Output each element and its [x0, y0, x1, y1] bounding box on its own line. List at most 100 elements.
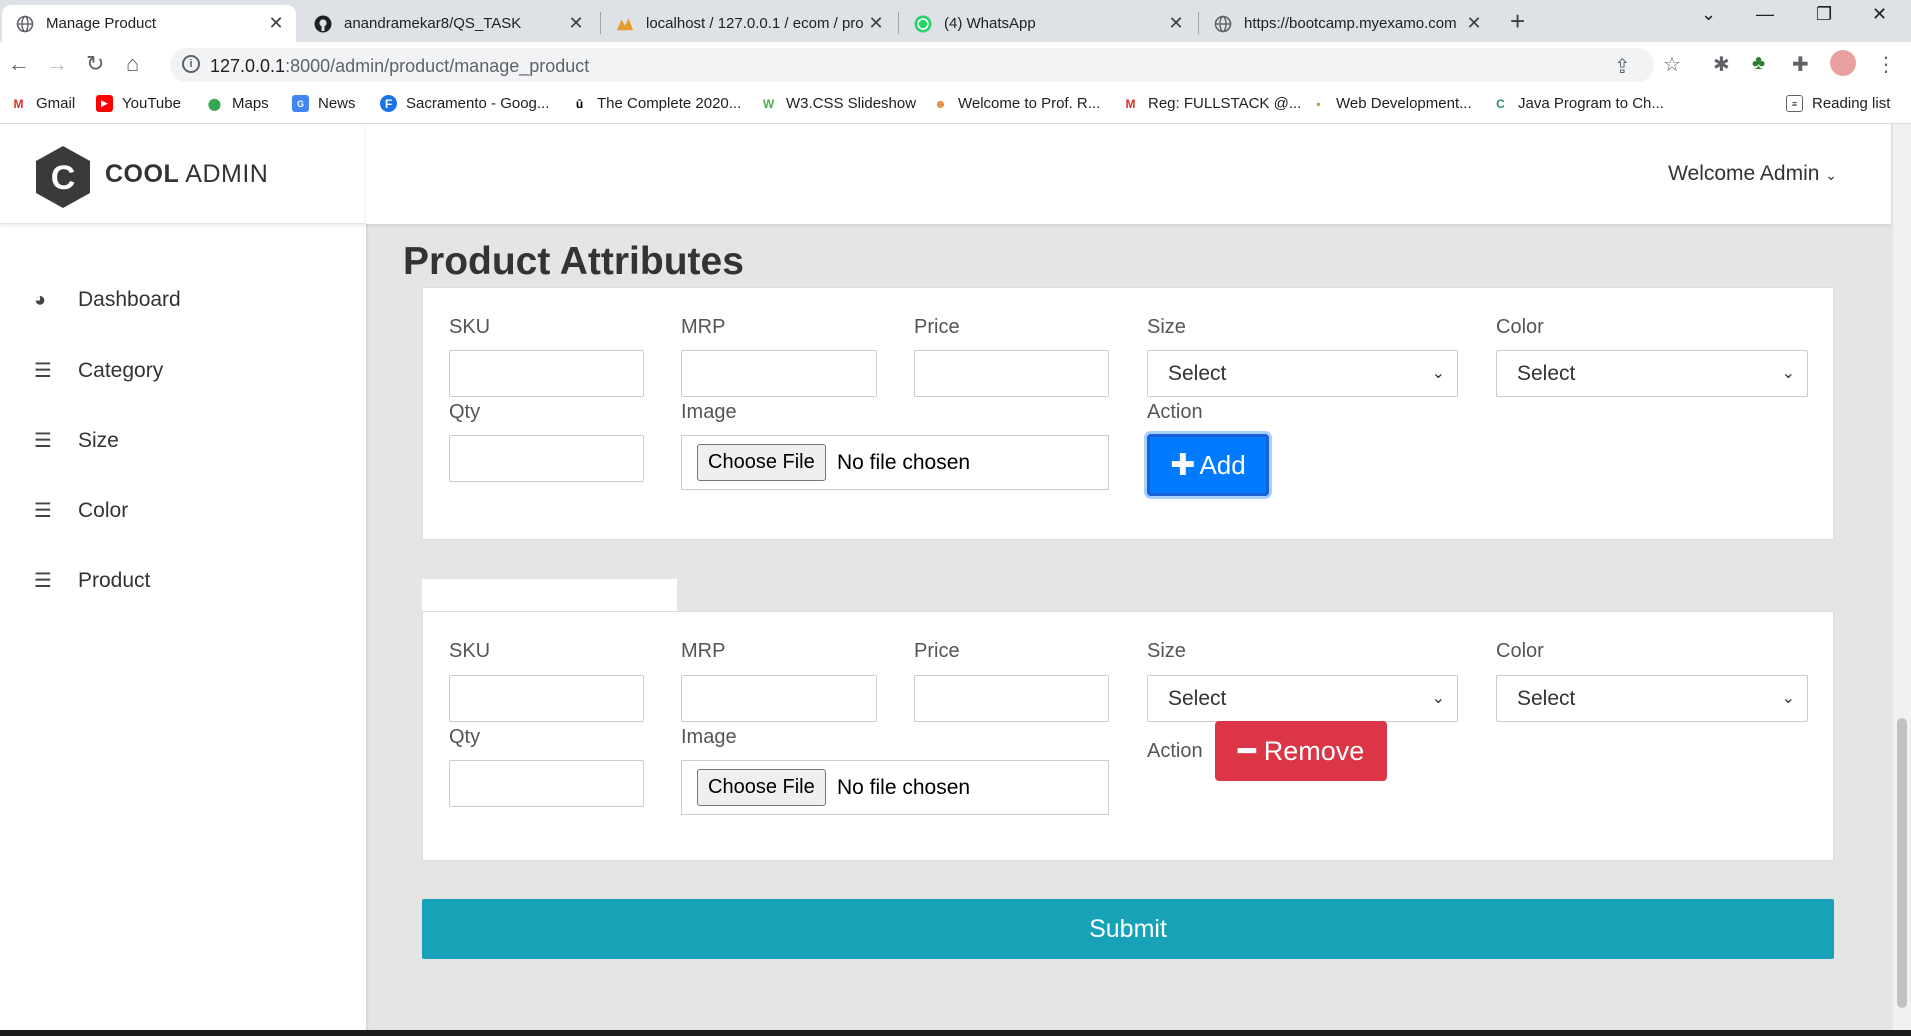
tab-search-icon[interactable]: ⌄: [1701, 4, 1716, 25]
price-input[interactable]: [914, 350, 1109, 397]
sidebar-item-label: Product: [78, 568, 151, 592]
bookmark-gmail[interactable]: M Gmail: [10, 95, 76, 112]
image-file-input[interactable]: Choose File No file chosen: [681, 435, 1109, 490]
color-select[interactable]: Select ⌄: [1496, 350, 1808, 397]
share-icon[interactable]: ⇪: [1614, 54, 1631, 79]
qty-input[interactable]: [449, 435, 644, 482]
extension-bug-icon[interactable]: ✱: [1713, 52, 1730, 77]
bookmark-welcome-prof[interactable]: ☻ Welcome to Prof. R...: [932, 95, 1100, 112]
extensions-puzzle-icon[interactable]: ✚: [1792, 52, 1809, 77]
minus-icon: ━: [1237, 734, 1256, 768]
tab-bootcamp[interactable]: https://bootcamp.myexamo.com ✕: [1200, 5, 1494, 42]
logo-hexagon-icon: C: [36, 146, 90, 208]
restore-icon[interactable]: ❐: [1816, 4, 1832, 25]
reload-icon[interactable]: ↻: [86, 51, 104, 77]
bookmark-complete-2020[interactable]: ū The Complete 2020...: [571, 95, 741, 112]
tab-separator: [898, 12, 899, 34]
bookmark-java-program[interactable]: C Java Program to Ch...: [1492, 95, 1664, 112]
phpmyadmin-icon: [616, 15, 634, 33]
reading-list[interactable]: ≡ Reading list: [1786, 95, 1890, 112]
sku-input[interactable]: [449, 350, 644, 397]
bookmark-maps[interactable]: ⬤ Maps: [206, 95, 269, 112]
close-tab-icon[interactable]: ✕: [566, 13, 586, 34]
plus-icon: ✚: [1170, 448, 1196, 482]
home-icon[interactable]: ⌂: [126, 51, 139, 77]
back-icon[interactable]: ←: [8, 51, 30, 77]
sku-input[interactable]: [449, 675, 644, 722]
sidebar: C COOL ADMIN ◕ Dashboard ☰ Category ☰ Si…: [0, 124, 366, 1036]
mrp-input[interactable]: [681, 675, 877, 722]
tab-title: anandramekar8/QS_TASK: [344, 15, 522, 32]
submit-button[interactable]: Submit: [422, 899, 1834, 959]
bookmark-star-icon[interactable]: ☆: [1663, 52, 1681, 77]
image-file-input[interactable]: Choose File No file chosen: [681, 760, 1109, 815]
tab-separator: [1198, 12, 1199, 34]
tab-whatsapp[interactable]: (4) WhatsApp ✕: [900, 5, 1196, 42]
add-attribute-button[interactable]: ✚ Add: [1147, 434, 1269, 496]
size-select[interactable]: Select ⌄: [1147, 350, 1458, 397]
image-label: Image: [681, 401, 737, 423]
color-select[interactable]: Select ⌄: [1496, 675, 1808, 722]
forward-icon[interactable]: →: [46, 51, 68, 77]
choose-file-button[interactable]: Choose File: [697, 769, 826, 806]
close-window-icon[interactable]: ✕: [1872, 4, 1887, 25]
sidebar-item-category[interactable]: ☰ Category: [34, 358, 163, 383]
tab-phpmyadmin[interactable]: localhost / 127.0.0.1 / ecom / pro ✕: [602, 5, 896, 42]
f-icon: F: [380, 95, 397, 112]
close-tab-icon[interactable]: ✕: [866, 13, 886, 34]
attribute-card-2: [422, 611, 1834, 861]
w3-icon: W: [762, 96, 775, 111]
sidebar-item-dashboard[interactable]: ◕ Dashboard: [34, 288, 181, 312]
list-icon: ☰: [34, 360, 52, 382]
globe-icon: [16, 15, 34, 33]
bookmark-web-development[interactable]: ▪ Web Development...: [1310, 95, 1471, 112]
sidebar-item-size[interactable]: ☰ Size: [34, 428, 119, 453]
page-scrollbar[interactable]: [1893, 124, 1911, 1036]
close-tab-icon[interactable]: ✕: [1464, 13, 1484, 34]
tab-manage-product[interactable]: Manage Product ✕: [2, 5, 296, 42]
size-select[interactable]: Select ⌄: [1147, 675, 1458, 722]
sidebar-item-color[interactable]: ☰ Color: [34, 498, 128, 523]
size-label: Size: [1147, 316, 1186, 338]
address-bar[interactable]: i 127.0.0.1:8000/admin/product/manage_pr…: [170, 48, 1654, 82]
account-menu[interactable]: Welcome Admin ⌄: [1668, 162, 1837, 186]
new-tab-icon[interactable]: +: [1510, 6, 1525, 37]
choose-file-button[interactable]: Choose File: [697, 444, 826, 481]
chevron-down-icon: ⌄: [1781, 690, 1795, 707]
bookmark-w3css[interactable]: W W3.CSS Slideshow: [760, 95, 916, 112]
minimize-icon[interactable]: —: [1756, 4, 1774, 25]
top-header: Welcome Admin ⌄: [366, 124, 1891, 224]
close-tab-icon[interactable]: ✕: [266, 13, 286, 34]
scrollbar-thumb[interactable]: [1897, 718, 1907, 1008]
close-tab-icon[interactable]: ✕: [1166, 13, 1186, 34]
bookmark-news[interactable]: G News: [292, 95, 356, 112]
sidebar-item-product[interactable]: ☰ Product: [34, 568, 150, 593]
bookmark-icon: ▪: [1316, 96, 1321, 111]
tab-separator: [600, 12, 601, 34]
logo[interactable]: C COOL ADMIN: [0, 124, 366, 224]
extension-tree-icon[interactable]: ♣: [1752, 52, 1765, 75]
tab-github[interactable]: anandramekar8/QS_TASK ✕: [300, 5, 596, 42]
price-input[interactable]: [914, 675, 1109, 722]
mrp-label: MRP: [681, 316, 726, 338]
tab-title: localhost / 127.0.0.1 / ecom / pro: [646, 15, 864, 32]
qty-input[interactable]: [449, 760, 644, 807]
browser-tab-strip: Manage Product ✕ anandramekar8/QS_TASK ✕…: [0, 0, 1911, 42]
action-label: Action: [1147, 740, 1203, 762]
menu-kebab-icon[interactable]: ⋮: [1876, 52, 1896, 77]
profile-avatar-icon[interactable]: [1830, 50, 1856, 76]
bookmark-youtube[interactable]: ▶ YouTube: [96, 95, 181, 112]
site-info-icon[interactable]: i: [182, 55, 200, 73]
list-icon: ☰: [34, 430, 52, 452]
bookmark-sacramento[interactable]: F Sacramento - Goog...: [380, 95, 549, 112]
action-label: Action: [1147, 401, 1203, 423]
file-status: No file chosen: [837, 776, 971, 799]
remove-attribute-button[interactable]: ━ Remove: [1215, 721, 1387, 781]
chevron-down-icon: ⌄: [1781, 365, 1795, 382]
youtube-icon: ▶: [96, 95, 113, 112]
bookmark-reg-fullstack[interactable]: M Reg: FULLSTACK @...: [1122, 95, 1302, 112]
tab-title: Manage Product: [46, 15, 157, 32]
mrp-input[interactable]: [681, 350, 877, 397]
svg-text:C: C: [51, 159, 76, 197]
reading-list-icon: ≡: [1786, 95, 1803, 112]
